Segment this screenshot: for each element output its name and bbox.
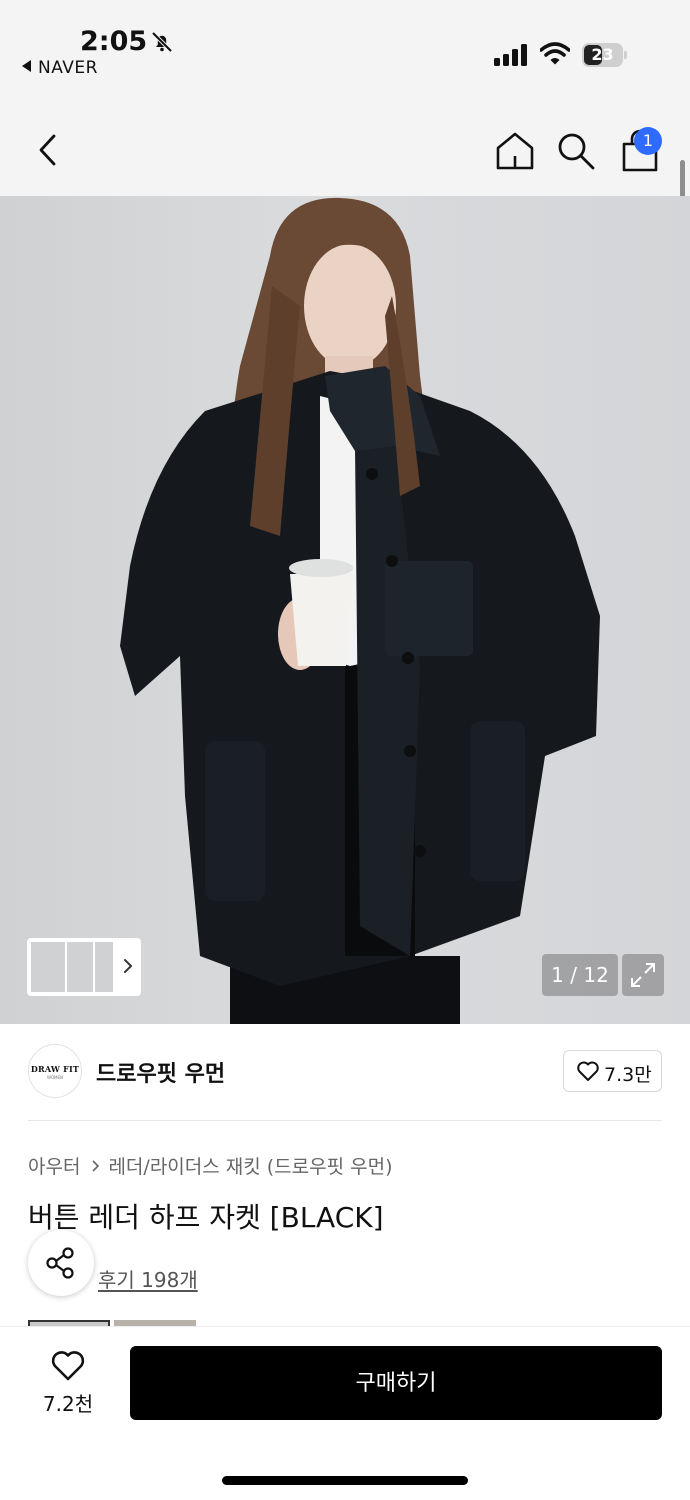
breadcrumb-parent[interactable]: 아우터 [28,1156,80,1178]
brand-like-button[interactable]: 7.3만 [563,1050,662,1092]
back-to-app-link[interactable]: NAVER [22,58,98,78]
thumbnail-3[interactable] [95,942,113,992]
brand-name[interactable]: 드로우핏 우먼 [96,1056,225,1088]
battery-icon: 23 [582,43,628,67]
breadcrumb: 아우터 레더/라이더스 재킷 (드로우핏 우먼) [28,1152,393,1179]
cart-count-badge: 1 [634,127,662,155]
battery-level: 23 [591,45,614,64]
product-photo-illustration [120,197,600,1024]
home-icon[interactable] [494,130,536,172]
product-image[interactable] [0,196,690,1024]
heart-icon [577,1061,599,1081]
share-button[interactable] [28,1230,94,1296]
search-icon[interactable] [556,131,596,171]
breadcrumb-child[interactable]: 레더/라이더스 재킷 (드로우핏 우먼) [108,1156,392,1178]
thumbnail-2[interactable] [67,942,93,992]
divider [28,1120,662,1121]
thumbnail-strip[interactable] [27,938,141,996]
back-app-label: NAVER [38,58,98,78]
thumbnail-1[interactable] [31,942,65,992]
brand-logo[interactable]: DRAW FIT WOMEN [28,1044,82,1098]
brand-like-count: 7.3만 [604,1064,652,1086]
share-icon [46,1247,74,1279]
wifi-icon [540,42,570,65]
product-title: 버튼 레더 하프 자켓 [BLACK] [28,1201,384,1234]
back-triangle-icon [22,60,31,72]
back-chevron-icon[interactable] [32,130,64,170]
buy-button[interactable]: 구매하기 [130,1346,662,1420]
wish-count: 7.2천 [42,1392,94,1416]
chevron-right-icon [92,1160,100,1172]
status-time: 2:05 [80,26,148,57]
image-counter: 1 / 12 [542,954,618,996]
home-indicator [222,1476,468,1485]
bell-slash-icon [151,31,173,53]
cellular-signal-icon [494,44,527,66]
reviews-link[interactable]: 후기 198개 [98,1264,198,1293]
expand-icon [631,963,655,987]
expand-button[interactable] [622,954,664,996]
heart-icon[interactable] [50,1348,86,1382]
chevron-right-icon [124,959,132,973]
